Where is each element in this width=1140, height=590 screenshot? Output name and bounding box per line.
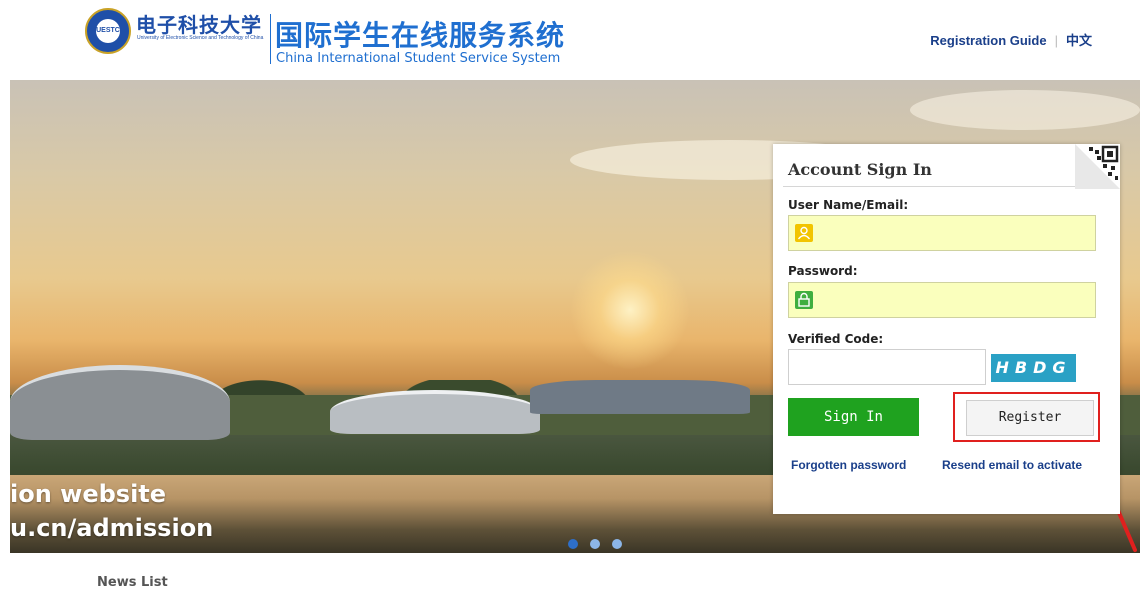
nav-separator: | <box>1054 33 1058 48</box>
register-button[interactable]: Register <box>966 400 1094 436</box>
user-icon <box>795 224 813 242</box>
username-input[interactable] <box>821 216 1095 252</box>
news-list-heading: News List <box>97 575 168 590</box>
verified-code-input[interactable] <box>789 350 987 386</box>
language-toggle-link[interactable]: 中文 <box>1066 33 1092 48</box>
password-field[interactable] <box>788 282 1096 319</box>
verified-code-label: Verified Code: <box>788 332 884 346</box>
header-divider <box>270 14 271 64</box>
registration-guide-link[interactable]: Registration Guide <box>930 33 1046 48</box>
university-logo[interactable]: UESTC <box>85 8 131 54</box>
university-name-cn: 电子科技大学 <box>136 13 262 37</box>
top-nav: Registration Guide | 中文 <box>930 30 1092 49</box>
resend-activation-link[interactable]: Resend email to activate <box>942 458 1082 472</box>
username-label: User Name/Email: <box>788 198 909 212</box>
banner-stadium <box>530 380 750 414</box>
site-header: UESTC 电子科技大学 University of Electronic Sc… <box>0 0 1140 80</box>
login-title-divider <box>783 186 1075 187</box>
carousel-dot-3[interactable] <box>612 539 622 549</box>
username-field[interactable] <box>788 215 1096 252</box>
banner-stadium <box>10 365 230 440</box>
password-label: Password: <box>788 264 858 278</box>
login-title: Account Sign In <box>788 160 932 179</box>
login-panel: Account Sign In User Name/Email: Passwor… <box>773 144 1120 514</box>
university-name-en: University of Electronic Science and Tec… <box>137 35 264 41</box>
qr-code-icon[interactable] <box>1075 144 1120 189</box>
password-input[interactable] <box>821 283 1095 319</box>
banner-cloud <box>910 90 1140 130</box>
banner-caption-line1: ion website <box>10 480 167 508</box>
banner-stadium <box>330 390 540 434</box>
carousel-dot-1[interactable] <box>568 539 578 549</box>
system-title-en: China International Student Service Syst… <box>276 51 561 66</box>
system-title-cn: 国际学生在线服务系统 <box>275 19 566 52</box>
carousel-indicators <box>568 536 634 553</box>
logo-text: UESTC <box>96 19 120 43</box>
verified-code-field[interactable] <box>788 349 987 386</box>
captcha-image[interactable]: HBDG <box>991 354 1076 382</box>
banner-caption-line2: u.cn/admission <box>10 514 214 542</box>
carousel-dot-2[interactable] <box>590 539 600 549</box>
sign-in-button[interactable]: Sign In <box>788 398 919 436</box>
lock-icon <box>795 291 813 309</box>
forgot-password-link[interactable]: Forgotten password <box>791 458 906 472</box>
banner-sun-glow <box>570 250 690 370</box>
